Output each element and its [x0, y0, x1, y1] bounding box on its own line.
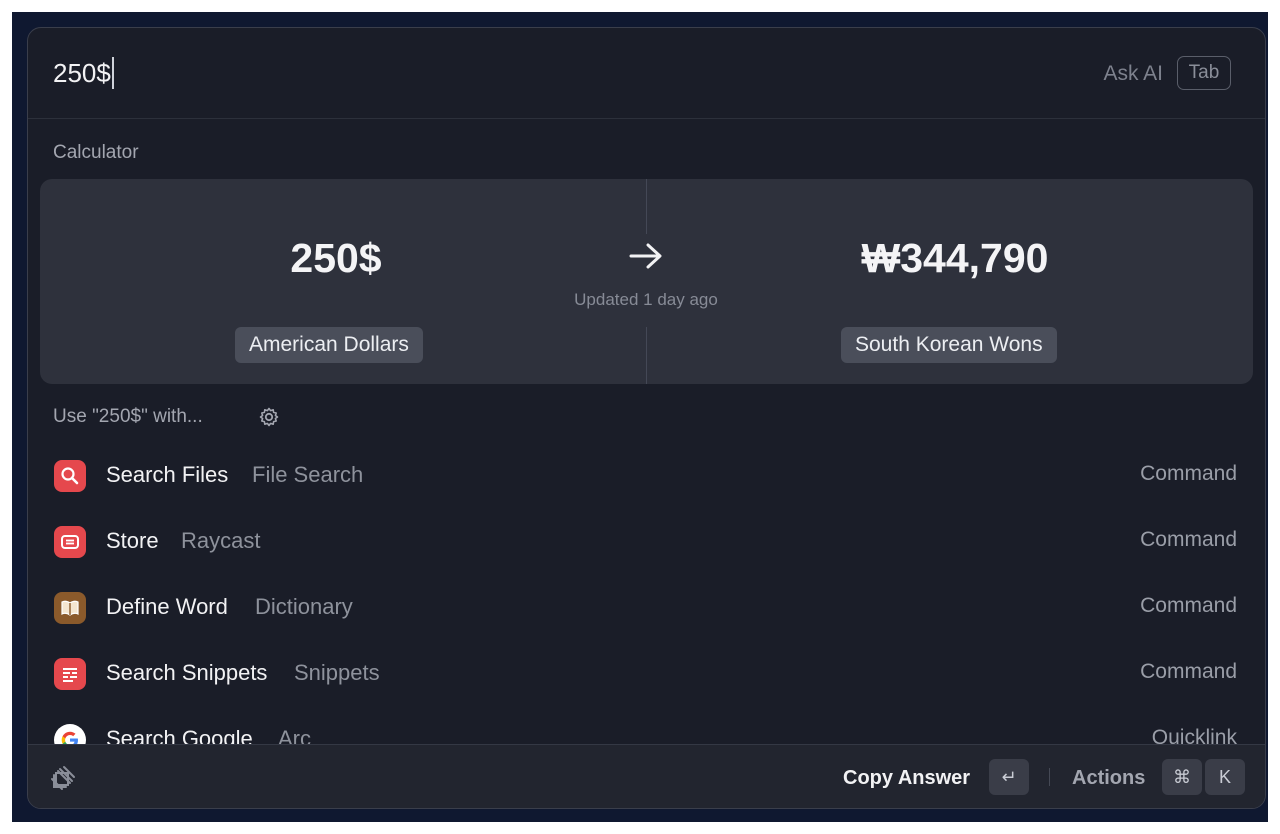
calc-input-unit: American Dollars	[235, 327, 423, 363]
result-type: Command	[1140, 528, 1237, 551]
enter-key-hint: ↵	[989, 759, 1029, 795]
k-key-hint: K	[1205, 759, 1245, 795]
calc-divider	[646, 327, 647, 384]
result-subtitle: Raycast	[181, 528, 261, 553]
search-query-text: 250$	[53, 58, 111, 88]
raycast-window: 250$ Ask AI Tab Calculator 250$ Updated …	[27, 27, 1266, 809]
calculator-result-card[interactable]: 250$ Updated 1 day ago ₩344,790 American…	[40, 179, 1253, 384]
use-with-label: Use "250$" with...	[53, 406, 203, 427]
actions-button[interactable]: Actions	[1072, 767, 1145, 790]
calc-input-value: 250$	[290, 235, 382, 281]
result-subtitle: Snippets	[294, 660, 380, 685]
store-icon	[54, 526, 86, 558]
calc-result-unit: South Korean Wons	[841, 327, 1057, 363]
result-title: Search Snippets	[106, 660, 268, 685]
raycast-logo-icon	[51, 766, 75, 790]
calc-result-value: ₩344,790	[861, 235, 1049, 281]
result-type: Command	[1140, 462, 1237, 485]
list-item[interactable]: Search Files File Search Command	[28, 444, 1265, 510]
list-item[interactable]: Search Snippets Snippets Command	[28, 642, 1265, 708]
search-files-icon	[54, 460, 86, 492]
result-type: Command	[1140, 660, 1237, 683]
result-title: Search Files	[106, 462, 229, 487]
command-key-hint: ⌘	[1162, 759, 1202, 795]
result-subtitle: Dictionary	[255, 594, 353, 619]
result-title: Store	[106, 528, 159, 553]
search-input[interactable]: 250$	[53, 56, 114, 90]
snippets-icon	[54, 658, 86, 690]
ask-ai-button[interactable]: Ask AI	[1103, 62, 1163, 86]
arrow-right-icon	[629, 243, 662, 269]
result-title: Define Word	[106, 594, 228, 619]
list-item[interactable]: Define Word Dictionary Command	[28, 576, 1265, 642]
action-bar: Copy Answer ↵ Actions ⌘ K	[28, 744, 1265, 808]
footer-separator	[1049, 768, 1050, 786]
dictionary-icon	[54, 592, 86, 624]
result-type: Command	[1140, 594, 1237, 617]
text-caret	[111, 57, 114, 89]
copy-answer-button[interactable]: Copy Answer	[843, 767, 970, 790]
tab-key-hint: Tab	[1177, 56, 1231, 90]
list-item[interactable]: Store Raycast Command	[28, 510, 1265, 576]
calc-divider	[646, 179, 647, 234]
calc-updated-text: Updated 1 day ago	[574, 290, 718, 309]
result-subtitle: File Search	[252, 462, 364, 487]
gear-icon[interactable]	[258, 406, 280, 428]
search-bar: 250$ Ask AI Tab	[28, 28, 1265, 119]
calculator-section-title: Calculator	[53, 142, 139, 163]
